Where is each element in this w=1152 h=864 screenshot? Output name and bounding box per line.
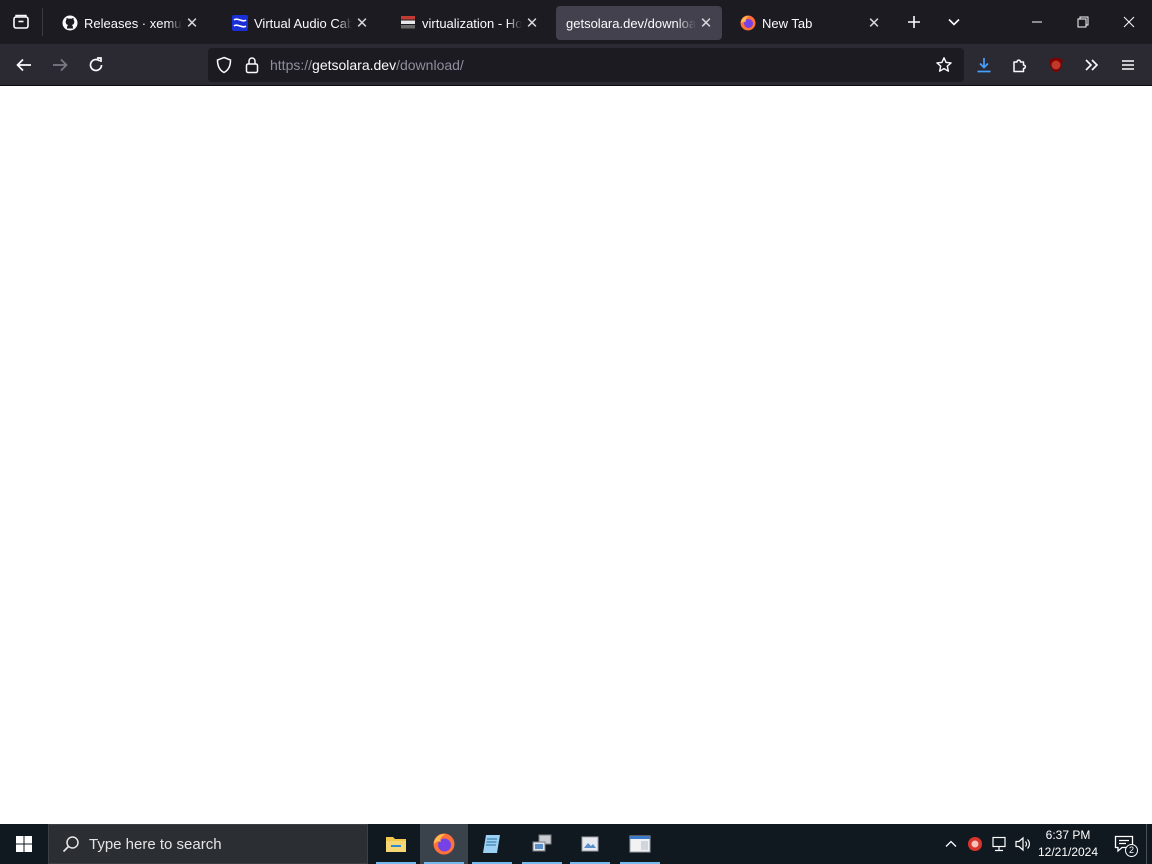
taskbar-gallery-app[interactable] (566, 824, 614, 864)
action-center-button[interactable]: 2 (1108, 824, 1140, 864)
taskbar-window-app[interactable] (616, 824, 664, 864)
show-desktop-button[interactable] (1146, 824, 1152, 864)
chevron-up-icon (945, 840, 957, 847)
close-tab-icon[interactable]: ✕ (696, 13, 716, 33)
close-icon (1123, 16, 1135, 28)
forward-button[interactable] (44, 49, 76, 81)
tab-title: getsolara.dev/download/ (566, 15, 696, 31)
window-app-icon (629, 835, 651, 853)
app-menu-button[interactable] (1112, 49, 1144, 81)
tab-title: New Tab (762, 15, 813, 31)
tab-title: Releases · xemu-project (84, 15, 182, 31)
tracking-protection-icon[interactable] (214, 55, 234, 75)
list-all-tabs-button[interactable] (940, 8, 968, 36)
file-explorer-icon (386, 837, 406, 852)
github-icon (62, 15, 78, 31)
url-host: getsolara.dev (312, 57, 397, 73)
arrow-right-icon (53, 58, 68, 72)
double-chevron-right-icon (1085, 59, 1099, 71)
overflow-menu-button[interactable] (1076, 49, 1108, 81)
volume-button[interactable] (1012, 824, 1034, 864)
firefox-view-icon (13, 14, 29, 29)
restore-button[interactable] (1060, 0, 1106, 44)
close-tab-icon[interactable]: ✕ (352, 13, 372, 33)
url-scheme: https:// (270, 57, 313, 73)
windows-taskbar: Type here to search 6:37 PM 12/21/2024 2 (0, 824, 1152, 864)
firefox-view-button[interactable] (0, 0, 42, 44)
ublock-origin-icon (1049, 57, 1063, 73)
speaker-icon (1015, 836, 1030, 852)
gallery-app-icon (581, 836, 599, 852)
hamburger-menu-icon (1122, 60, 1134, 70)
navigation-toolbar: https://getsolara.dev/download/ (0, 44, 1152, 86)
vac-icon (232, 15, 248, 31)
windows-logo-icon (16, 836, 32, 852)
close-window-button[interactable] (1106, 0, 1152, 44)
tab-title: virtualization - How to (422, 15, 522, 31)
stackexchange-icon (400, 15, 416, 31)
address-bar[interactable]: https://getsolara.dev/download/ (208, 48, 964, 82)
notification-count-badge: 2 (1125, 844, 1138, 857)
show-hidden-icons-button[interactable] (940, 824, 962, 864)
lock-icon[interactable] (242, 55, 262, 75)
tab-virtual-audio-cable[interactable]: Virtual Audio Cable - ✕ (218, 6, 378, 40)
network-app-icon (532, 834, 552, 852)
new-tab-button[interactable] (900, 8, 928, 36)
tab-virtualization[interactable]: virtualization - How to ✕ (386, 6, 548, 40)
notepad-icon (483, 835, 500, 853)
url-path: /download/ (396, 57, 464, 73)
arrow-left-icon (16, 58, 31, 72)
start-button[interactable] (0, 824, 48, 864)
network-icon (992, 836, 1006, 852)
tray-red-app-icon (968, 837, 982, 851)
network-status-button[interactable] (988, 824, 1010, 864)
tab-strip: Releases · xemu-project ✕ Virtual Audio … (0, 0, 1152, 44)
reload-button[interactable] (80, 49, 112, 81)
minimize-icon (1032, 21, 1042, 23)
restore-icon (1077, 16, 1089, 28)
taskbar-clock[interactable]: 6:37 PM 12/21/2024 (1034, 827, 1102, 861)
chevron-down-icon (948, 18, 960, 26)
tab-getsolara-download[interactable]: getsolara.dev/download/ ✕ (556, 6, 722, 40)
clock-time: 6:37 PM (1045, 828, 1091, 842)
taskbar-network-app[interactable] (518, 824, 566, 864)
search-placeholder: Type here to search (89, 835, 222, 853)
firefox-icon (740, 15, 756, 31)
downloads-button[interactable] (968, 49, 1000, 81)
tab-title: Virtual Audio Cable - (254, 15, 352, 31)
url-text[interactable]: https://getsolara.dev/download/ (270, 57, 464, 73)
reload-icon (89, 57, 103, 72)
puzzle-icon (1013, 59, 1027, 73)
clock-date: 12/21/2024 (1037, 845, 1099, 859)
close-tab-icon[interactable]: ✕ (864, 13, 884, 33)
plus-icon (908, 16, 920, 28)
tab-xemu-releases[interactable]: Releases · xemu-project ✕ (48, 6, 208, 40)
download-icon (977, 58, 991, 73)
tray-app-icon[interactable] (964, 824, 986, 864)
taskbar-file-explorer[interactable] (372, 824, 420, 864)
ublock-origin-button[interactable] (1040, 49, 1072, 81)
minimize-button[interactable] (1014, 0, 1060, 44)
bookmark-star-icon[interactable] (934, 55, 954, 75)
extensions-button[interactable] (1004, 49, 1036, 81)
taskbar-notepad[interactable] (468, 824, 516, 864)
taskbar-firefox[interactable] (420, 824, 468, 864)
taskbar-search-input[interactable]: Type here to search (48, 824, 368, 864)
close-tab-icon[interactable]: ✕ (522, 13, 542, 33)
close-tab-icon[interactable]: ✕ (182, 13, 202, 33)
tab-new-tab[interactable]: New Tab ✕ (726, 6, 890, 40)
back-button[interactable] (8, 49, 40, 81)
firefox-icon (433, 833, 455, 855)
page-content (0, 86, 1152, 824)
tab-separator (42, 8, 43, 36)
search-icon (61, 834, 81, 854)
